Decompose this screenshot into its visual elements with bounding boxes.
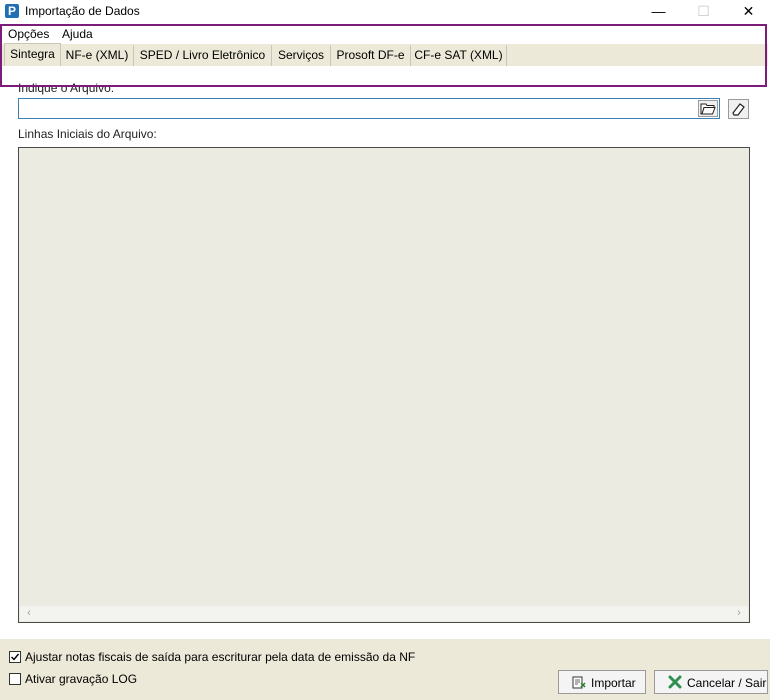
tab-strip: Sintegra NF-e (XML) SPED / Livro Eletrôn… [2,43,768,66]
log-label: Ativar gravação LOG [25,672,138,686]
scroll-right-icon[interactable]: › [732,606,746,621]
bottom-panel: Ajustar notas fiscais de saída para escr… [0,639,770,700]
maximize-button[interactable]: ☐ [681,0,726,23]
title-bar: P Importação de Dados — ☐ ✕ [0,0,770,23]
adjust-notes-checkbox[interactable] [9,651,21,663]
folder-open-icon [700,103,716,115]
import-icon [572,676,586,689]
log-checkbox[interactable] [9,673,21,685]
tab-sped-livro[interactable]: SPED / Livro Eletrônico [134,45,272,66]
import-label: Importar [591,676,636,690]
tab-sintegra[interactable]: Sintegra [4,43,61,66]
tab-servicos[interactable]: Serviços [272,45,331,66]
file-path-input[interactable] [18,98,720,119]
eraser-icon [732,103,745,116]
file-preview-area: ‹ › [18,147,750,623]
minimize-button[interactable]: — [636,0,681,23]
import-button[interactable]: Importar [558,670,646,694]
scroll-left-icon[interactable]: ‹ [22,606,36,621]
cancel-exit-button[interactable]: Cancelar / Sair [654,670,768,694]
menu-ajuda[interactable]: Ajuda [62,27,93,41]
open-file-button[interactable] [698,100,718,117]
tab-nfe-xml[interactable]: NF-e (XML) [61,45,134,66]
tab-cfe-sat[interactable]: CF-e SAT (XML) [411,45,507,66]
horizontal-scrollbar[interactable]: ‹ › [20,606,748,621]
app-logo-icon: P [5,4,19,18]
adjust-notes-label: Ajustar notas fiscais de saída para escr… [25,650,416,664]
preview-label: Linhas Iniciais do Arquivo: [18,127,157,141]
file-label: Indique o Arquivo: [18,81,115,95]
clear-file-button[interactable] [728,99,749,119]
menu-opcoes[interactable]: Opções [8,27,49,41]
cancel-x-icon [668,675,682,689]
checkmark-icon [11,653,20,661]
cancel-exit-label: Cancelar / Sair [687,676,767,690]
window-title: Importação de Dados [25,4,140,18]
tab-prosoft-dfe[interactable]: Prosoft DF-e [331,45,411,66]
close-button[interactable]: ✕ [726,0,770,23]
